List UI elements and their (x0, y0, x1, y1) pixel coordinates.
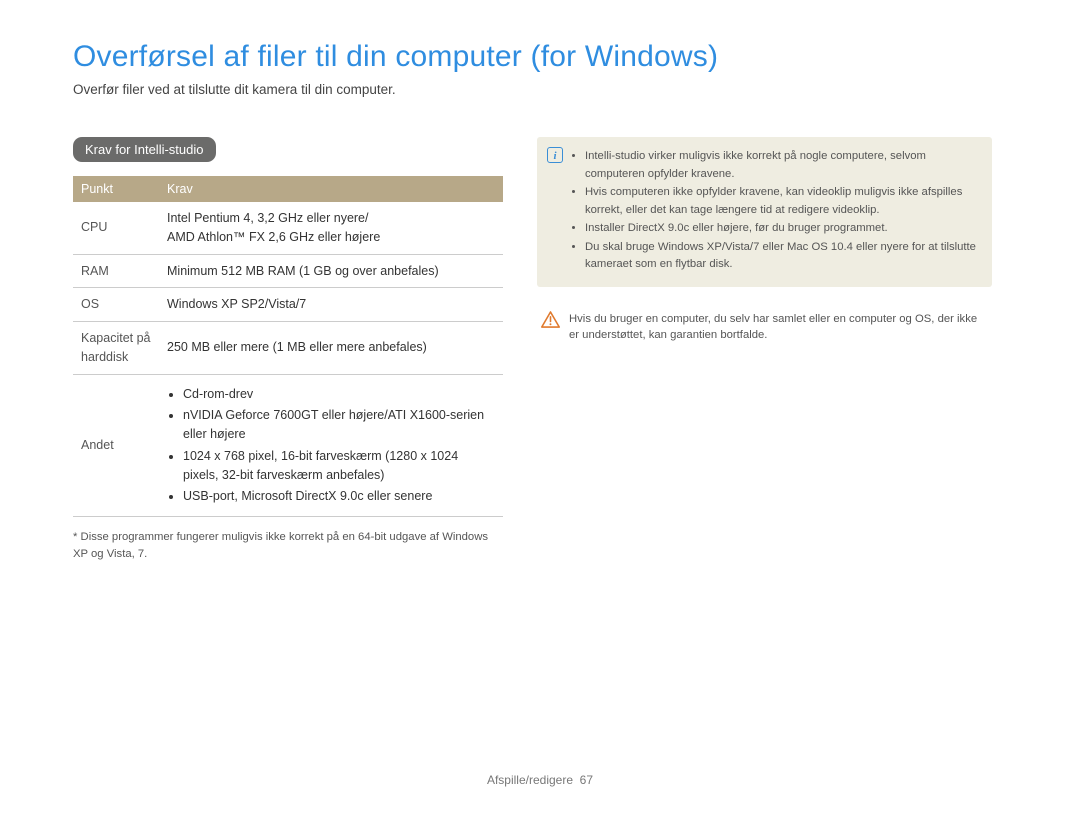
page-footer: Afspille/redigere 67 (0, 773, 1080, 787)
table-row: CPU Intel Pentium 4, 3,2 GHz eller nyere… (73, 202, 503, 254)
cell-label: Kapacitet på harddisk (73, 322, 159, 375)
page-title: Overførsel af filer til din computer (fo… (73, 40, 1020, 74)
list-item: nVIDIA Geforce 7600GT eller højere/ATI X… (183, 406, 495, 444)
list-item: Installer DirectX 9.0c eller højere, før… (585, 220, 980, 238)
table-row: RAM Minimum 512 MB RAM (1 GB og over anb… (73, 254, 503, 288)
table-row: Andet Cd-rom-drev nVIDIA Geforce 7600GT e… (73, 374, 503, 517)
table-row: Kapacitet på harddisk 250 MB eller mere … (73, 322, 503, 375)
requirements-table: Punkt Krav CPU Intel Pentium 4, 3,2 GHz … (73, 176, 503, 517)
list-item: 1024 x 768 pixel, 16-bit farveskærm (128… (183, 447, 495, 485)
footnote-text: * Disse programmer fungerer muligvis ikk… (73, 529, 503, 563)
list-item: Intelli-studio virker muligvis ikke korr… (585, 148, 980, 183)
cell-label: OS (73, 288, 159, 322)
table-row: OS Windows XP SP2/Vista/7 (73, 288, 503, 322)
list-item: Du skal bruge Windows XP/Vista/7 eller M… (585, 239, 980, 274)
table-header-punkt: Punkt (73, 176, 159, 202)
warning-icon (541, 311, 569, 328)
table-header-krav: Krav (159, 176, 503, 202)
info-icon: i (547, 147, 563, 163)
note-box: i Intelli-studio virker muligvis ikke ko… (537, 137, 992, 287)
list-item: USB-port, Microsoft DirectX 9.0c eller s… (183, 487, 495, 506)
cell-value: Intel Pentium 4, 3,2 GHz eller nyere/ AM… (159, 202, 503, 254)
page-subtitle: Overfør filer ved at tilslutte dit kamer… (73, 82, 1020, 97)
cell-value: Minimum 512 MB RAM (1 GB og over anbefal… (159, 254, 503, 288)
section-header-pill: Krav for Intelli-studio (73, 137, 216, 162)
warning-box: Hvis du bruger en computer, du selv har … (537, 309, 992, 347)
cell-label: Andet (73, 374, 159, 517)
cell-label: CPU (73, 202, 159, 254)
cell-value: Cd-rom-drev nVIDIA Geforce 7600GT eller h… (159, 374, 503, 517)
warning-text: Hvis du bruger en computer, du selv har … (569, 311, 980, 345)
cell-value: Windows XP SP2/Vista/7 (159, 288, 503, 322)
footer-page-number: 67 (580, 773, 593, 787)
cell-label: RAM (73, 254, 159, 288)
list-item: Cd-rom-drev (183, 385, 495, 404)
list-item: Hvis computeren ikke opfylder kravene, k… (585, 184, 980, 219)
footer-section-label: Afspille/redigere (487, 773, 573, 787)
cell-value: 250 MB eller mere (1 MB eller mere anbef… (159, 322, 503, 375)
